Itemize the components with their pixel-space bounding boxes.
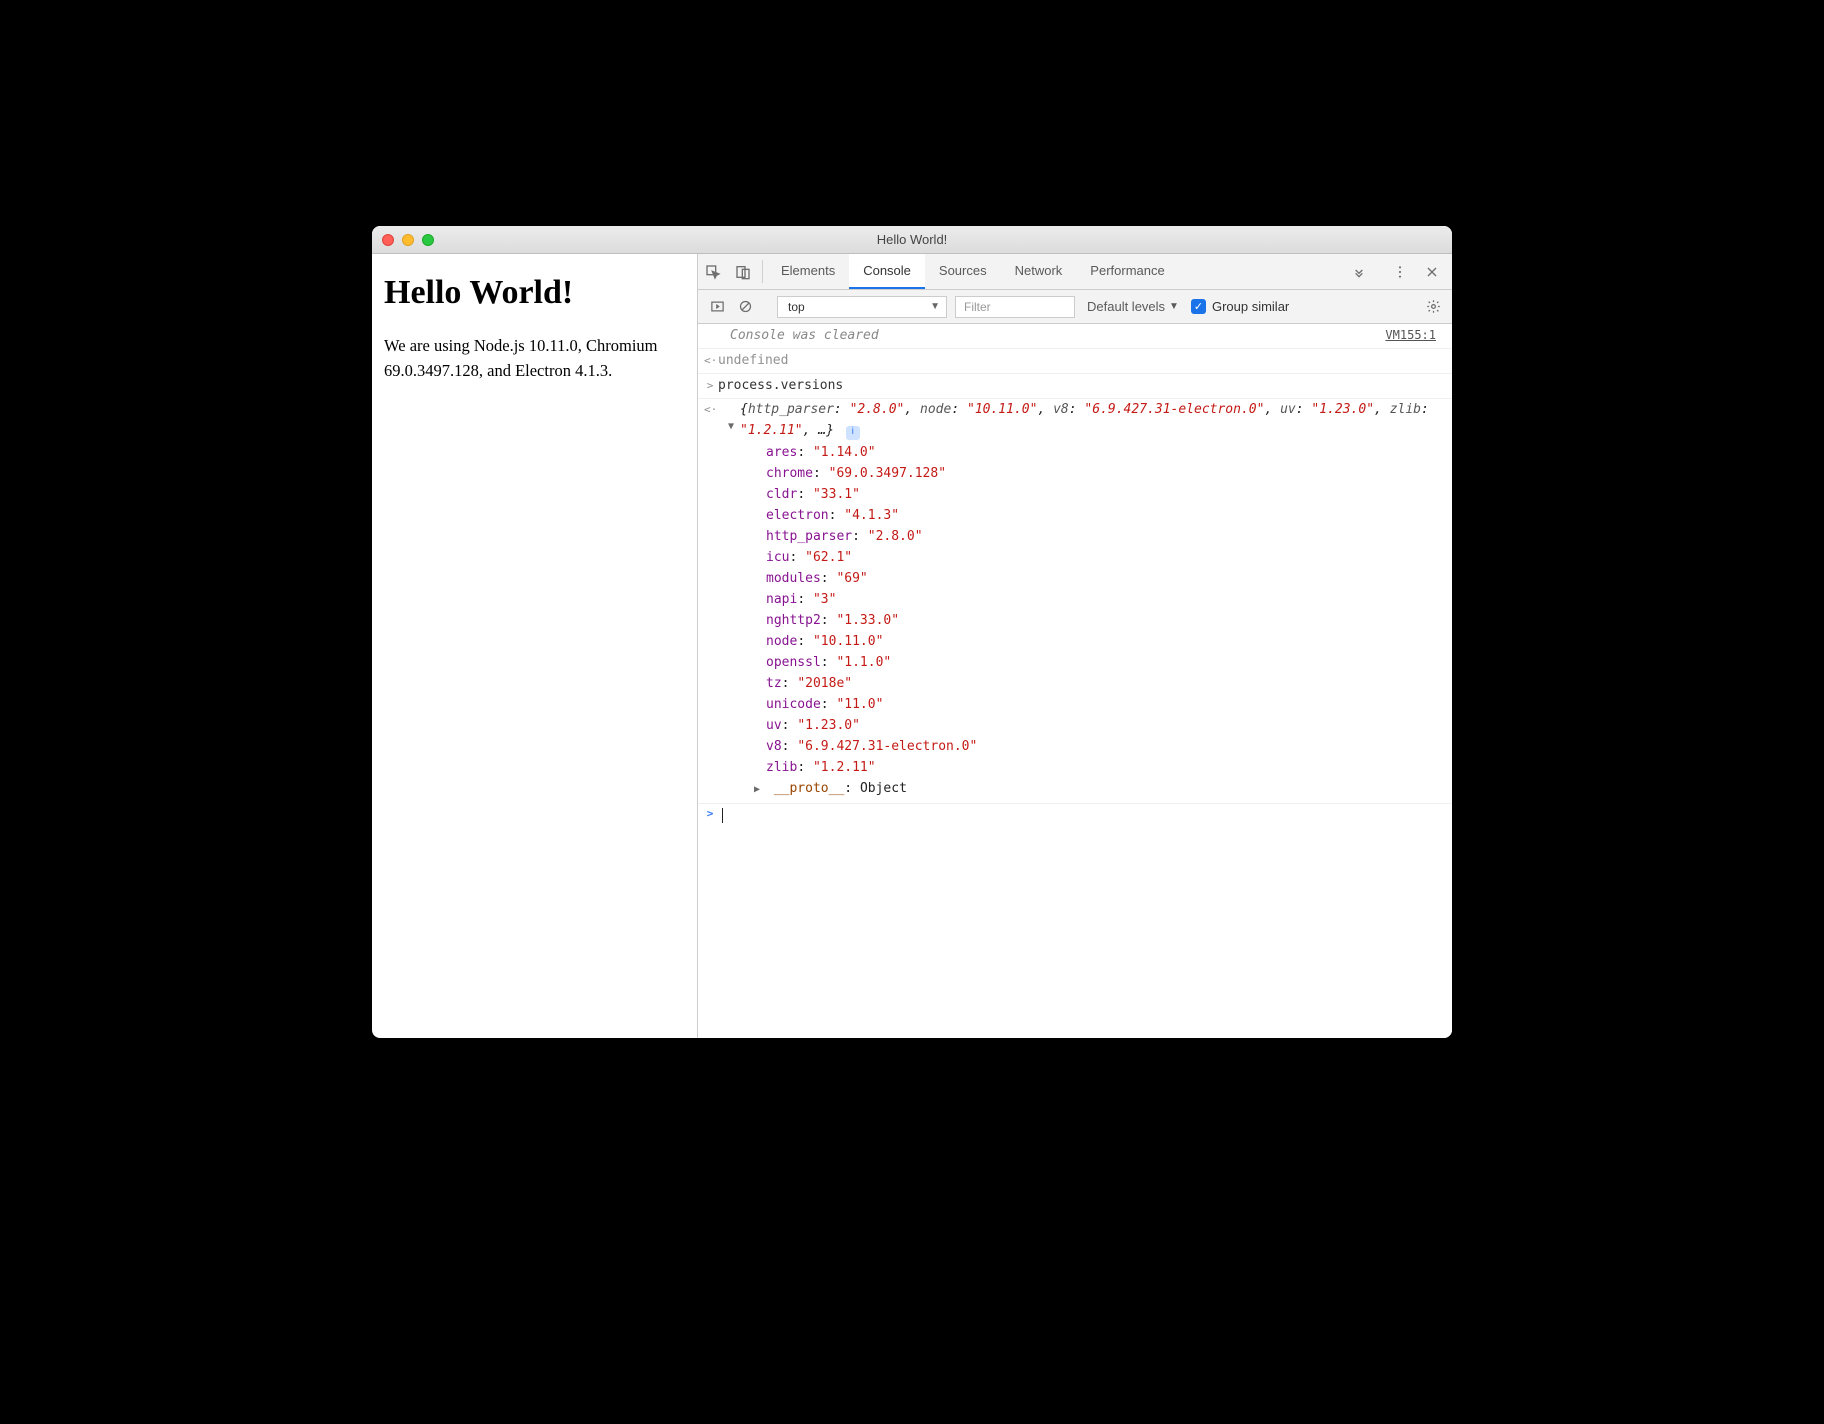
object-property[interactable]: uv: "1.23.0" xyxy=(718,715,1442,736)
tab-network[interactable]: Network xyxy=(1001,254,1077,289)
object-property[interactable]: napi: "3" xyxy=(718,589,1442,610)
tab-console[interactable]: Console xyxy=(849,254,925,289)
window-controls xyxy=(372,234,434,246)
devtools-pane: Elements Console Sources Network Perform… xyxy=(698,254,1452,1038)
disclosure-closed-icon[interactable]: ▶ xyxy=(754,782,766,798)
object-summary[interactable]: {http_parser: "2.8.0", node: "10.11.0", … xyxy=(718,399,1442,441)
object-property[interactable]: openssl: "1.1.0" xyxy=(718,652,1442,673)
close-window-button[interactable] xyxy=(382,234,394,246)
close-devtools-icon[interactable] xyxy=(1416,264,1448,280)
console-input-echo: > process.versions xyxy=(698,374,1452,399)
object-property[interactable]: node: "10.11.0" xyxy=(718,631,1442,652)
object-property[interactable]: chrome: "69.0.3497.128" xyxy=(718,463,1442,484)
object-property[interactable]: http_parser: "2.8.0" xyxy=(718,526,1442,547)
source-link[interactable]: VM155:1 xyxy=(1385,326,1442,345)
tab-elements[interactable]: Elements xyxy=(767,254,849,289)
tab-sources[interactable]: Sources xyxy=(925,254,1001,289)
object-property[interactable]: electron: "4.1.3" xyxy=(718,505,1442,526)
tabs-list: Elements Console Sources Network Perform… xyxy=(767,254,1179,289)
window-body: Hello World! We are using Node.js 10.11.… xyxy=(372,254,1452,1038)
result-marker-icon: <· xyxy=(704,401,716,419)
log-levels-select[interactable]: Default levels ▼ xyxy=(1077,299,1189,314)
console-prompt[interactable]: > xyxy=(698,804,1452,827)
group-similar-label: Group similar xyxy=(1212,299,1289,314)
object-property[interactable]: unicode: "11.0" xyxy=(718,694,1442,715)
chevron-down-icon: ▼ xyxy=(1169,301,1179,312)
text-cursor xyxy=(722,808,723,823)
tab-performance[interactable]: Performance xyxy=(1076,254,1178,289)
filter-input[interactable] xyxy=(955,296,1075,318)
inspect-element-icon[interactable] xyxy=(698,254,728,289)
proto-value: Object xyxy=(860,781,907,796)
minimize-window-button[interactable] xyxy=(402,234,414,246)
webpage-pane: Hello World! We are using Node.js 10.11.… xyxy=(372,254,698,1038)
console-result-undefined: <· undefined xyxy=(698,349,1452,374)
separator xyxy=(762,260,763,283)
device-toolbar-icon[interactable] xyxy=(728,254,758,289)
execution-context-select[interactable]: top ▼ xyxy=(777,296,947,318)
object-property[interactable]: zlib: "1.2.11" xyxy=(718,757,1442,778)
input-marker-icon: > xyxy=(704,377,716,394)
zoom-window-button[interactable] xyxy=(422,234,434,246)
object-property[interactable]: nghttp2: "1.33.0" xyxy=(718,610,1442,631)
console-toolbar: top ▼ Default levels ▼ ✓ Group similar xyxy=(698,290,1452,324)
group-similar-checkbox[interactable]: ✓ Group similar xyxy=(1191,299,1289,314)
titlebar[interactable]: Hello World! xyxy=(372,226,1452,254)
object-property[interactable]: icu: "62.1" xyxy=(718,547,1442,568)
context-value: top xyxy=(788,300,805,314)
check-icon: ✓ xyxy=(1191,299,1206,314)
console-output[interactable]: Console was cleared VM155:1 <· undefined… xyxy=(698,324,1452,1038)
toggle-sidebar-icon[interactable] xyxy=(704,294,730,320)
proto-key: __proto__ xyxy=(774,781,844,796)
input-expression: process.versions xyxy=(718,376,843,396)
object-property[interactable]: ares: "1.14.0" xyxy=(718,442,1442,463)
console-settings-icon[interactable] xyxy=(1420,294,1446,320)
page-paragraph: We are using Node.js 10.11.0, Chromium 6… xyxy=(384,334,685,384)
chevron-down-icon: ▼ xyxy=(930,301,940,312)
object-property[interactable]: modules: "69" xyxy=(718,568,1442,589)
more-tabs-icon[interactable] xyxy=(1343,264,1375,280)
clear-console-icon[interactable] xyxy=(732,294,758,320)
console-result-object[interactable]: <· ▼ {http_parser: "2.8.0", node: "10.11… xyxy=(698,399,1452,804)
object-property[interactable]: v8: "6.9.427.31-electron.0" xyxy=(718,736,1442,757)
kebab-menu-icon[interactable] xyxy=(1384,264,1416,280)
tabs-right xyxy=(1343,254,1452,289)
app-window: Hello World! Hello World! We are using N… xyxy=(372,226,1452,1038)
proto-line[interactable]: ▶ __proto__: Object xyxy=(718,778,1442,799)
object-property[interactable]: tz: "2018e" xyxy=(718,673,1442,694)
devtools-tabstrip: Elements Console Sources Network Perform… xyxy=(698,254,1452,290)
disclosure-open-icon[interactable]: ▼ xyxy=(728,419,734,435)
window-title: Hello World! xyxy=(372,232,1452,247)
console-message-cleared: Console was cleared VM155:1 xyxy=(698,324,1452,349)
cleared-text: Console was cleared xyxy=(718,326,879,346)
result-marker-icon: <· xyxy=(704,352,716,369)
object-property[interactable]: cldr: "33.1" xyxy=(718,484,1442,505)
undefined-text: undefined xyxy=(718,351,788,371)
prompt-marker-icon: > xyxy=(704,807,716,820)
info-icon[interactable]: i xyxy=(846,426,860,440)
levels-label: Default levels xyxy=(1087,299,1165,314)
page-heading: Hello World! xyxy=(384,274,685,312)
